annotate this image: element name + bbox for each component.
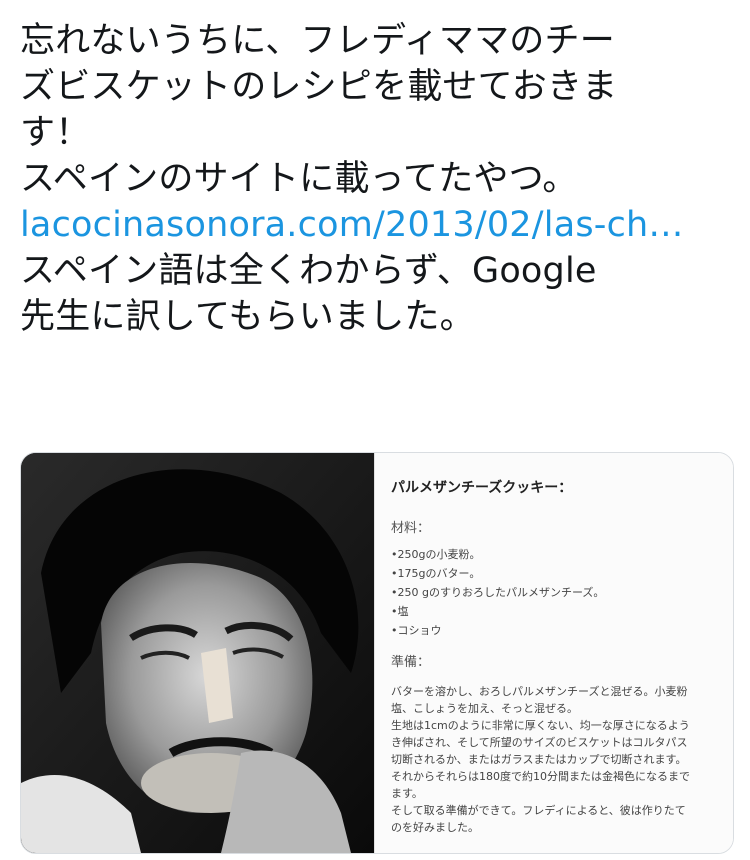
tweet-line: ズビスケットのレシピを載せておきま <box>20 67 618 107</box>
list-item: のを好みました。 <box>391 821 479 834</box>
list-item: •コショウ <box>391 624 442 637</box>
tweet-line: す！ <box>20 113 91 153</box>
tweet-text: 忘れないうちに、フレディママのチー ズビスケットのレシピを載せておきま す！ ス… <box>20 18 732 340</box>
photo-freddie[interactable] <box>21 453 374 853</box>
tweet-line: スペインのサイトに載ってたやつ。 <box>20 159 578 199</box>
tweet-line: 忘れないうちに、フレディママのチー <box>20 21 615 61</box>
recipe-title: パルメザンチーズクッキー： <box>391 480 573 496</box>
steps-list: バターを溶かし、おろしパルメザンチーズと混ぜる。小麦粉 塩、こしょうを加え、そっ… <box>391 683 733 836</box>
tweet-line: 先生に訳してもらいました。 <box>20 297 475 337</box>
tweet-line: スペイン語は全くわからず、Google <box>20 251 597 291</box>
recipe-image: パルメザンチーズクッキー： 材料： •250gの小麦粉。 •175gのバター。 … <box>374 453 733 853</box>
list-item: •250 gのすりおろしたパルメザンチーズ。 <box>391 586 605 599</box>
tweet-media[interactable]: パルメザンチーズクッキー： 材料： •250gの小麦粉。 •175gのバター。 … <box>20 452 734 854</box>
list-item: 生地は1cmのように非常に厚くない、均一な厚さになるよう <box>391 719 690 732</box>
list-item: •175gのバター。 <box>391 567 481 580</box>
list-item: そして取る準備ができて。フレディによると、彼は作りたて <box>391 804 686 817</box>
list-item: •250gの小麦粉。 <box>391 548 481 561</box>
photo-illustration <box>21 453 374 853</box>
ingredients-heading: 材料： <box>391 521 431 536</box>
list-item: それからそれらは180度で約10分間または金褐色になるまで <box>391 770 690 783</box>
tweet-link[interactable]: lacocinasonora.com/2013/02/las-ch… <box>20 202 732 248</box>
list-item: 塩、こしょうを加え、そっと混ぜる。 <box>391 702 578 715</box>
steps-heading: 準備： <box>391 655 431 670</box>
list-item: き伸ばされ、そして所望のサイズのビスケットはコルタパス <box>391 736 688 749</box>
list-item: 切断されるか、またはガラスまたはカップで切断されます。 <box>391 753 687 766</box>
list-item: ます。 <box>391 787 423 800</box>
list-item: バターを溶かし、おろしパルメザンチーズと混ぜる。小麦粉 <box>391 685 688 698</box>
list-item: •塩 <box>391 605 409 618</box>
ingredients-list: •250gの小麦粉。 •175gのバター。 •250 gのすりおろしたパルメザン… <box>391 545 604 640</box>
